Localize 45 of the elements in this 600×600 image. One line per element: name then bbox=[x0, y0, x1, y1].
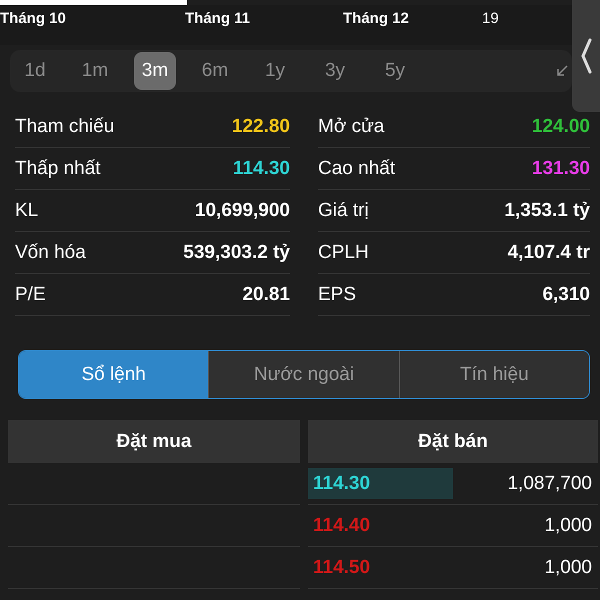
stat-label: Tham chiếu bbox=[15, 116, 114, 138]
stat-value: 131.30 bbox=[532, 158, 590, 180]
range-tab[interactable]: 1d bbox=[14, 52, 56, 90]
chevron-left-icon bbox=[580, 38, 592, 74]
stat-value: 20.81 bbox=[242, 284, 290, 306]
range-tab[interactable]: 3y bbox=[314, 52, 356, 90]
axis-label: Tháng 10 bbox=[0, 10, 66, 27]
segment-tab[interactable]: Nước ngoài bbox=[208, 351, 399, 398]
range-tab[interactable]: 1y bbox=[254, 52, 296, 90]
ask-volume: 1,087,700 bbox=[507, 472, 593, 494]
stat-label: P/E bbox=[15, 284, 46, 306]
range-tab[interactable]: 6m bbox=[194, 52, 236, 90]
stat-label: Vốn hóa bbox=[15, 242, 86, 264]
ask-price: 114.30 bbox=[313, 472, 370, 494]
ask-price: 114.40 bbox=[313, 514, 370, 536]
axis-label: Tháng 12 bbox=[343, 10, 409, 27]
ask-price: 114.50 bbox=[313, 556, 370, 578]
range-tab[interactable]: 3m bbox=[134, 52, 176, 90]
ask-volume: 1,000 bbox=[544, 556, 593, 578]
column-header: Đặt bán bbox=[308, 420, 598, 463]
side-panel-tab[interactable] bbox=[572, 0, 600, 112]
collapse-icon[interactable] bbox=[556, 65, 568, 77]
ask-volume: 1,000 bbox=[544, 514, 593, 536]
stat-label: CPLH bbox=[318, 242, 369, 264]
stat-value: 10,699,900 bbox=[194, 200, 290, 222]
stat-value: 1,353.1 tỷ bbox=[504, 200, 590, 222]
stat-label: Giá trị bbox=[318, 200, 369, 222]
range-tab[interactable]: 1m bbox=[74, 52, 116, 90]
stat-value: 114.30 bbox=[232, 158, 290, 180]
column-header: Đặt mua bbox=[8, 420, 300, 463]
stat-value: 122.80 bbox=[232, 116, 290, 138]
stat-value: 539,303.2 tỷ bbox=[183, 242, 290, 264]
range-tab[interactable]: 5y bbox=[374, 52, 416, 90]
stat-label: KL bbox=[15, 200, 38, 222]
stat-label: Thấp nhất bbox=[15, 158, 101, 180]
stat-value: 4,107.4 tr bbox=[508, 242, 590, 264]
stat-value: 6,310 bbox=[542, 284, 590, 306]
stat-label: Cao nhất bbox=[318, 158, 396, 180]
axis-label: Tháng 11 bbox=[185, 10, 250, 27]
stat-value: 124.00 bbox=[532, 116, 590, 138]
axis-label: 19 bbox=[482, 10, 499, 27]
stat-label: Mở cửa bbox=[318, 116, 384, 138]
segment-tab[interactable]: Sổ lệnh bbox=[19, 351, 208, 398]
stat-label: EPS bbox=[318, 284, 356, 306]
segment-tab[interactable]: Tín hiệu bbox=[398, 351, 589, 398]
